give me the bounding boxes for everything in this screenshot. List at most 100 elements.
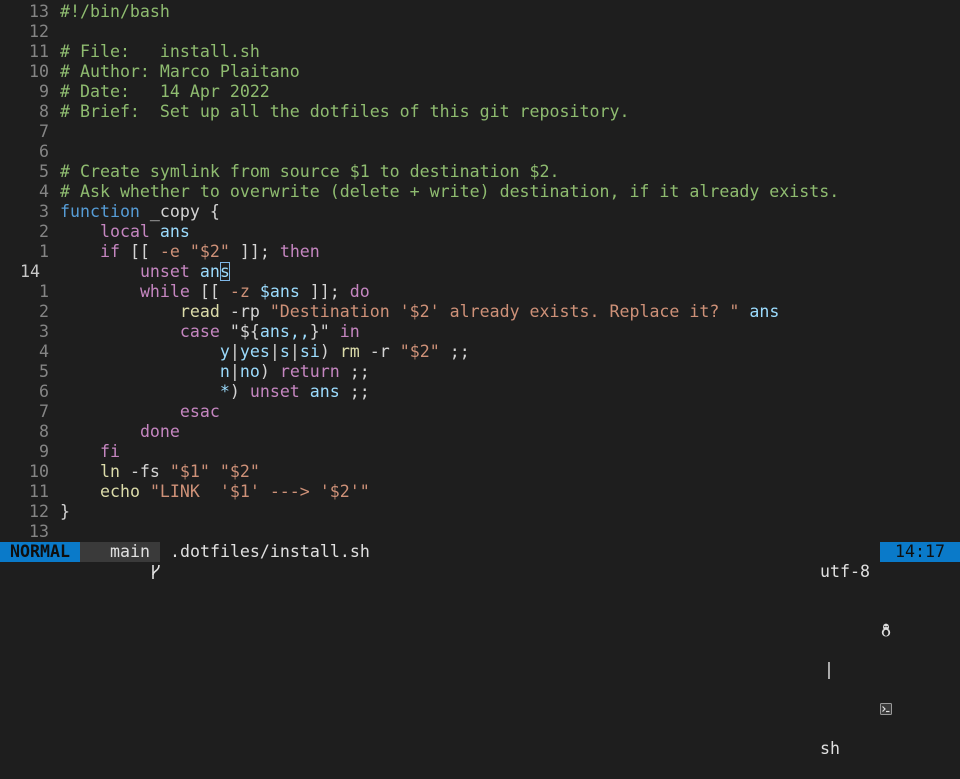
line-code: read -rp "Destination '$2' already exist… xyxy=(60,302,779,322)
code-token: "${ xyxy=(229,322,260,341)
code-line[interactable]: 6 *) unset ans ;; xyxy=(0,382,960,402)
code-token: ans xyxy=(159,222,190,241)
line-number: 8 xyxy=(39,422,49,441)
code-line[interactable]: 11 # File: install.sh xyxy=(0,42,960,62)
code-token: echo xyxy=(99,482,140,501)
code-token: }" xyxy=(309,322,330,341)
line-number: 3 xyxy=(39,322,49,341)
code-token: unset xyxy=(139,262,190,281)
code-line[interactable]: 3 case "${ans,,}" in xyxy=(0,322,960,342)
line-code: unset ans xyxy=(60,262,230,282)
line-code: n|no) return ;; xyxy=(60,362,370,382)
line-code: # Brief: Set up all the dotfiles of this… xyxy=(60,102,629,122)
line-number: 4 xyxy=(39,342,49,361)
code-line[interactable]: 5 n|no) return ;; xyxy=(0,362,960,382)
line-code: # Date: 14 Apr 2022 xyxy=(60,82,270,102)
code-token: | xyxy=(229,362,240,381)
file-encoding: utf-8 xyxy=(820,562,870,581)
code-line[interactable]: 8 done xyxy=(0,422,960,442)
line-number: 1 xyxy=(39,282,49,301)
code-line[interactable]: 12 xyxy=(0,22,960,42)
line-number: 2 xyxy=(39,222,49,241)
code-token: [[ xyxy=(119,242,160,261)
code-token: do xyxy=(349,282,370,301)
code-token: in xyxy=(339,322,360,341)
code-token: yes xyxy=(239,342,270,361)
code-line[interactable]: 3 function _copy { xyxy=(0,202,960,222)
code-token: esac xyxy=(179,402,220,421)
code-token: si xyxy=(299,342,320,361)
line-code: y|yes|s|si) rm -r "$2" ;; xyxy=(60,342,470,362)
code-token: } xyxy=(60,502,70,521)
code-line[interactable]: 13 #!/bin/bash xyxy=(0,2,960,22)
code-token: ans xyxy=(309,382,340,401)
code-token: s xyxy=(279,342,290,361)
file-type: sh xyxy=(820,739,841,758)
code-line[interactable]: 6 xyxy=(0,142,960,162)
code-line[interactable]: 9 fi xyxy=(0,442,960,462)
code-line[interactable]: 4 y|yes|s|si) rm -r "$2" ;; xyxy=(0,342,960,362)
line-code: function _copy { xyxy=(60,202,220,222)
code-line[interactable]: 10 ln -fs "$1" "$2" xyxy=(0,462,960,482)
code-token: ans xyxy=(749,302,780,321)
code-line[interactable]: 5 # Create symlink from source $1 to dest… xyxy=(0,162,960,182)
code-token: | xyxy=(229,342,240,361)
code-line[interactable]: 2 read -rp "Destination '$2' already exi… xyxy=(0,302,960,322)
code-token: "$1" xyxy=(169,462,210,481)
mode-indicator: NORMAL xyxy=(0,542,80,562)
line-number: 8 xyxy=(39,102,49,121)
line-code: case "${ans,,}" in xyxy=(60,322,360,342)
terminal-icon xyxy=(820,680,892,715)
line-number: 9 xyxy=(39,82,49,101)
code-token: | xyxy=(269,342,280,361)
code-line[interactable]: 7 esac xyxy=(0,402,960,422)
code-token: ;; xyxy=(439,342,470,361)
file-path: .dotfiles/install.sh xyxy=(170,542,370,561)
line-number: 7 xyxy=(39,402,49,421)
line-code: fi xyxy=(60,442,120,462)
code-token: rm xyxy=(339,342,360,361)
code-line[interactable]: 10 # Author: Marco Plaitano xyxy=(0,62,960,82)
code-token: then xyxy=(279,242,320,261)
code-line[interactable]: 12} xyxy=(0,502,960,522)
code-line[interactable]: 2 local ans xyxy=(0,222,960,242)
code-line[interactable]: 8 # Brief: Set up all the dotfiles of thi… xyxy=(0,102,960,122)
code-line[interactable]: 7 xyxy=(0,122,960,142)
code-token: ]]; xyxy=(299,282,350,301)
line-number: 7 xyxy=(39,122,49,141)
code-token: # Create symlink from source $1 to desti… xyxy=(60,162,560,181)
git-branch-name: main xyxy=(110,542,150,561)
code-line[interactable]: 11 echo "LINK '$1' ---> '$2'" xyxy=(0,482,960,502)
line-code: echo "LINK '$1' ---> '$2'" xyxy=(60,482,370,502)
code-line[interactable]: 1 if [[ -e "$2" ]]; then xyxy=(0,242,960,262)
code-token: done xyxy=(139,422,180,441)
code-line[interactable]: 4 # Ask whether to overwrite (delete + wr… xyxy=(0,182,960,202)
code-line[interactable]: 14 unset ans xyxy=(0,262,960,282)
code-token: read xyxy=(179,302,220,321)
code-token: "$2" xyxy=(399,342,440,361)
line-code: ln -fs "$1" "$2" xyxy=(60,462,260,482)
line-number: 5 xyxy=(39,362,49,381)
code-line[interactable]: 1 while [[ -z $ans ]]; do xyxy=(0,282,960,302)
line-number: 6 xyxy=(39,142,49,161)
code-token: # Brief: Set up all the dotfiles of this… xyxy=(60,102,630,121)
line-code: local ans xyxy=(60,222,190,242)
code-line[interactable]: 13 xyxy=(0,522,960,542)
code-token: # Author: Marco Plaitano xyxy=(60,62,300,81)
code-token: #!/bin/bash xyxy=(60,2,170,21)
code-token: # Ask whether to overwrite (delete + wri… xyxy=(60,182,840,201)
code-line[interactable]: 9 # Date: 14 Apr 2022 xyxy=(0,82,960,102)
code-editor[interactable]: 13 #!/bin/bash 12 11 # File: install.sh 10 # A… xyxy=(0,2,960,542)
